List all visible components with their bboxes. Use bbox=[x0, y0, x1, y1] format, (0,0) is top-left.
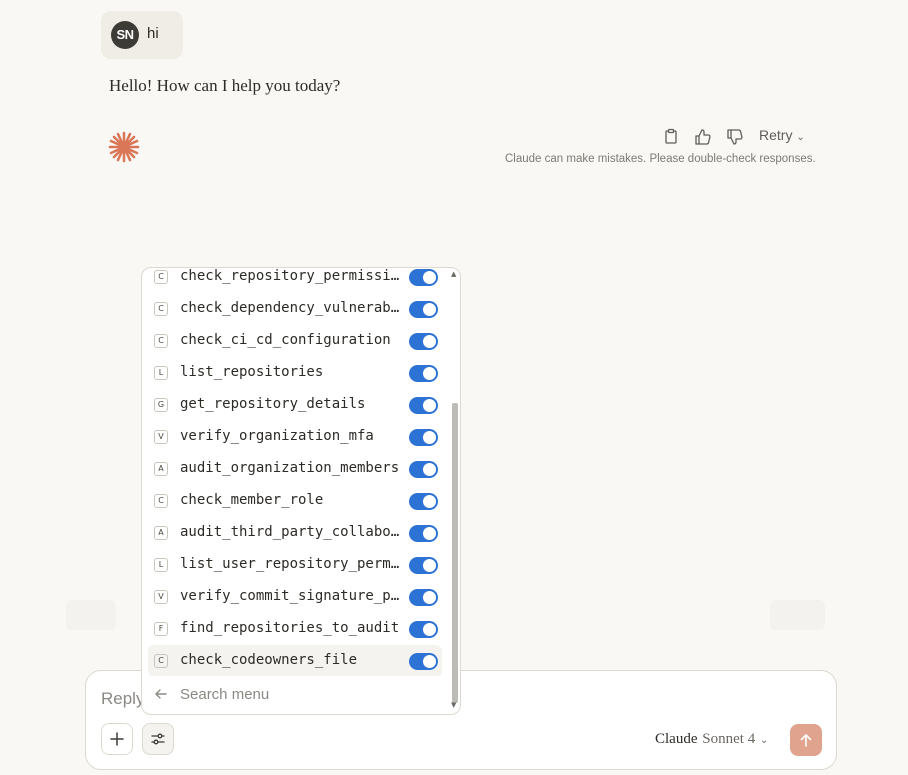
tool-item[interactable]: F find_repositories_to_audit bbox=[142, 613, 448, 645]
background-placeholder bbox=[66, 600, 116, 630]
tool-name: audit_third_party_collaborat... bbox=[180, 524, 402, 540]
menu-scrollbar[interactable]: ▲ ▼ bbox=[448, 268, 460, 714]
tool-item[interactable]: C check_dependency_vulnerabi... bbox=[142, 293, 448, 325]
scroll-up-icon[interactable]: ▲ bbox=[451, 270, 456, 278]
tool-name: verify_organization_mfa bbox=[180, 428, 374, 444]
tool-name: check_repository_permissions bbox=[180, 268, 402, 284]
retry-button[interactable]: Retry ⌄ bbox=[759, 127, 805, 143]
arrow-left-icon[interactable] bbox=[154, 686, 168, 705]
scrollbar-thumb[interactable] bbox=[452, 403, 458, 703]
avatar[interactable]: SN bbox=[111, 21, 139, 49]
tools-button[interactable] bbox=[142, 723, 174, 755]
tool-toggle[interactable] bbox=[409, 333, 438, 350]
tool-item[interactable]: A audit_organization_members bbox=[142, 453, 448, 485]
copy-icon[interactable] bbox=[660, 126, 682, 148]
tool-badge: C bbox=[154, 302, 168, 316]
tool-badge: G bbox=[154, 398, 168, 412]
tool-name: list_user_repository_permis... bbox=[180, 556, 402, 572]
tool-item[interactable]: L list_user_repository_permis... bbox=[142, 549, 448, 581]
tool-toggle[interactable] bbox=[409, 429, 438, 446]
tool-item[interactable]: V verify_commit_signature_pr... bbox=[142, 581, 448, 613]
claude-logo-icon bbox=[107, 130, 141, 164]
tool-badge: L bbox=[154, 366, 168, 380]
tool-item[interactable]: C check_ci_cd_configuration bbox=[142, 325, 448, 357]
tools-menu: C check_repository_permissions C check_d… bbox=[141, 267, 461, 715]
scroll-down-icon[interactable]: ▼ bbox=[451, 701, 456, 709]
add-button[interactable] bbox=[101, 723, 133, 755]
tool-item[interactable]: L list_repositories bbox=[142, 357, 448, 389]
tool-item[interactable]: C check_member_role bbox=[142, 485, 448, 517]
tool-toggle[interactable] bbox=[409, 589, 438, 606]
tool-toggle[interactable] bbox=[409, 653, 438, 670]
tool-badge: L bbox=[154, 558, 168, 572]
disclaimer-text: Claude can make mistakes. Please double-… bbox=[505, 153, 816, 165]
tool-item[interactable]: C check_repository_permissions bbox=[142, 268, 448, 293]
sliders-icon bbox=[151, 733, 165, 745]
tools-list: C check_repository_permissions C check_d… bbox=[142, 268, 448, 677]
user-message-text: hi bbox=[147, 25, 159, 42]
tool-toggle[interactable] bbox=[409, 525, 438, 542]
tool-name: check_dependency_vulnerabi... bbox=[180, 300, 402, 316]
tool-toggle[interactable] bbox=[409, 557, 438, 574]
tool-item[interactable]: A audit_third_party_collaborat... bbox=[142, 517, 448, 549]
tool-name: get_repository_details bbox=[180, 396, 366, 412]
tool-toggle[interactable] bbox=[409, 269, 438, 286]
tool-toggle[interactable] bbox=[409, 397, 438, 414]
menu-search-row bbox=[142, 676, 448, 712]
tool-name: check_codeowners_file bbox=[180, 652, 358, 668]
model-selector[interactable]: Claude Sonnet 4 ⌄ bbox=[655, 729, 768, 748]
tool-toggle[interactable] bbox=[409, 365, 438, 382]
tool-badge: C bbox=[154, 494, 168, 508]
tool-name: list_repositories bbox=[180, 364, 324, 380]
assistant-message-text: Hello! How can I help you today? bbox=[109, 76, 341, 95]
tool-badge: A bbox=[154, 462, 168, 476]
tool-name: verify_commit_signature_pr... bbox=[180, 588, 402, 604]
thumbs-down-icon[interactable] bbox=[724, 126, 746, 148]
tool-toggle[interactable] bbox=[409, 301, 438, 318]
chevron-down-icon: ⌄ bbox=[796, 132, 805, 143]
tool-badge: C bbox=[154, 654, 168, 668]
chevron-down-icon: ⌄ bbox=[759, 735, 769, 746]
arrow-up-icon bbox=[800, 734, 812, 747]
tool-toggle[interactable] bbox=[409, 621, 438, 638]
tool-name: audit_organization_members bbox=[180, 460, 400, 476]
tool-item[interactable]: G get_repository_details bbox=[142, 389, 448, 421]
plus-icon bbox=[110, 732, 124, 746]
user-message-bubble: SN hi bbox=[101, 11, 183, 59]
thumbs-up-icon[interactable] bbox=[692, 126, 714, 148]
search-menu-input[interactable] bbox=[180, 684, 430, 704]
tool-toggle[interactable] bbox=[409, 493, 438, 510]
tool-name: check_member_role bbox=[180, 492, 324, 508]
send-button[interactable] bbox=[790, 724, 822, 756]
tool-badge: V bbox=[154, 430, 168, 444]
tool-item[interactable]: V verify_organization_mfa bbox=[142, 421, 448, 453]
tool-badge: C bbox=[154, 334, 168, 348]
model-version: Sonnet 4 bbox=[702, 731, 756, 747]
tool-badge: F bbox=[154, 622, 168, 636]
tool-toggle[interactable] bbox=[409, 461, 438, 478]
tool-badge: C bbox=[154, 270, 168, 284]
retry-label: Retry bbox=[759, 127, 793, 143]
tool-name: check_ci_cd_configuration bbox=[180, 332, 391, 348]
tool-name: find_repositories_to_audit bbox=[180, 620, 400, 636]
background-placeholder bbox=[770, 600, 825, 630]
model-name: Claude bbox=[655, 731, 698, 747]
tool-item[interactable]: C check_codeowners_file bbox=[148, 645, 442, 677]
tool-badge: V bbox=[154, 590, 168, 604]
tool-badge: A bbox=[154, 526, 168, 540]
